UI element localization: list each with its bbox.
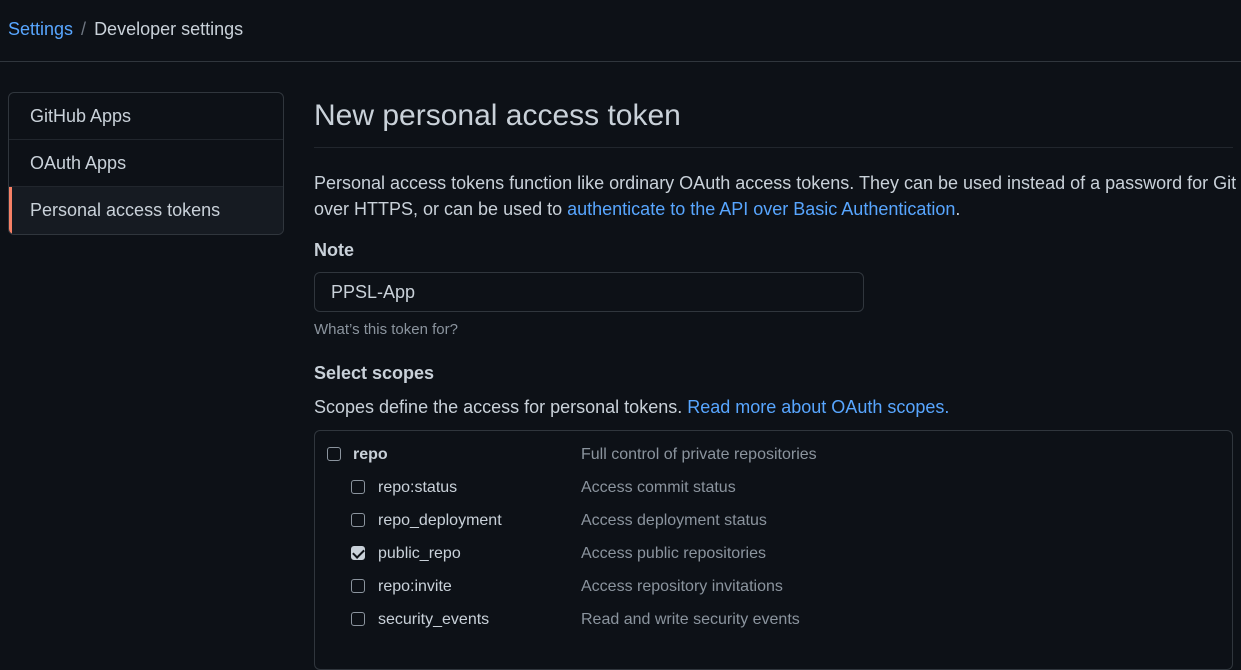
sidebar-item-personal-access-tokens[interactable]: Personal access tokens	[9, 187, 283, 234]
scope-checkbox-repo-deployment[interactable]	[351, 513, 365, 527]
scope-row-repo-status: repo:status Access commit status	[315, 477, 1232, 501]
scopes-description: Scopes define the access for personal to…	[314, 397, 1233, 421]
scope-row-repo-invite: repo:invite Access repository invitation…	[315, 576, 1232, 600]
note-hint: What’s this token for?	[314, 321, 458, 338]
scope-desc: Full control of private repositories	[581, 446, 817, 463]
note-input[interactable]	[314, 272, 864, 312]
scope-checkbox-repo-status[interactable]	[351, 480, 365, 494]
breadcrumb: Settings / Developer settings	[8, 18, 243, 40]
scope-desc: Access repository invitations	[581, 578, 783, 595]
sidebar-item-oauth-apps[interactable]: OAuth Apps	[9, 140, 283, 187]
select-scopes-label: Select scopes	[314, 363, 435, 383]
scope-checkbox-security-events[interactable]	[351, 612, 365, 626]
scope-row-security-events: security_events Read and write security …	[315, 609, 1232, 633]
breadcrumb-current: Developer settings	[94, 19, 244, 39]
breadcrumb-separator: /	[81, 19, 87, 39]
intro-paragraph: Personal access tokens function like ord…	[314, 170, 1241, 222]
scope-name: public_repo	[378, 545, 461, 562]
scope-name: repo_deployment	[378, 512, 502, 529]
scope-desc: Access commit status	[581, 479, 736, 496]
scope-desc: Access deployment status	[581, 512, 767, 529]
scope-desc: Read and write security events	[581, 611, 800, 628]
scope-checkbox-repo-invite[interactable]	[351, 579, 365, 593]
scope-name: repo	[353, 446, 388, 463]
scope-name: repo:status	[378, 479, 458, 496]
scope-checkbox-public-repo[interactable]	[351, 546, 365, 560]
scopes-list: repo Full control of private repositorie…	[314, 430, 1233, 670]
scopes-desc-text: Scopes define the access for personal to…	[314, 397, 688, 417]
scope-name: repo:invite	[378, 578, 452, 595]
basic-auth-link[interactable]: authenticate to the API over Basic Authe…	[567, 199, 955, 219]
developer-settings-sidebar: GitHub Apps OAuth Apps Personal access t…	[8, 92, 284, 235]
oauth-scopes-link[interactable]: Read more about OAuth scopes.	[687, 397, 949, 417]
breadcrumb-settings-link[interactable]: Settings	[8, 19, 73, 39]
page-title: New personal access token	[314, 92, 1233, 148]
scope-name: security_events	[378, 611, 490, 628]
top-bar: Settings / Developer settings	[0, 0, 1241, 62]
scope-desc: Access public repositories	[581, 545, 766, 562]
note-label: Note	[314, 240, 354, 260]
scope-row-repo-deployment: repo_deployment Access deployment status	[315, 510, 1232, 534]
scope-row-public-repo: public_repo Access public repositories	[315, 543, 1232, 567]
scope-checkbox-repo[interactable]	[327, 447, 341, 461]
intro-end: .	[955, 199, 961, 219]
main-content: New personal access token Personal acces…	[314, 92, 1236, 670]
sidebar-item-github-apps[interactable]: GitHub Apps	[9, 93, 283, 140]
scope-row-repo: repo Full control of private repositorie…	[315, 444, 1232, 468]
